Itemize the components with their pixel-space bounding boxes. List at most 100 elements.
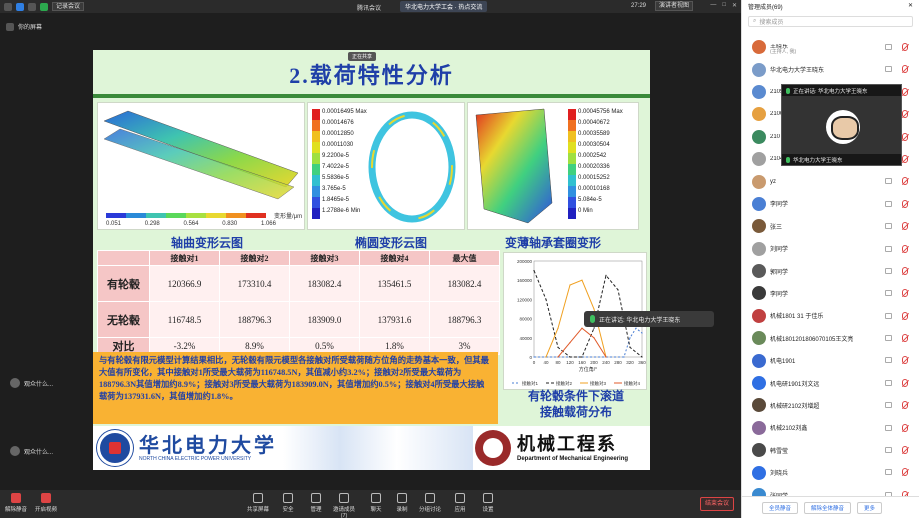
camera-off-icon[interactable]	[885, 223, 892, 230]
end-meeting-button[interactable]: 结束会议	[700, 497, 734, 511]
participant-item[interactable]: 韩雪莹	[742, 439, 919, 461]
panel-footer: 全员静音 解除全体静音 更多	[742, 496, 919, 518]
mic-muted-icon[interactable]	[902, 177, 908, 186]
panel-close-icon[interactable]: ✕	[908, 2, 913, 11]
mic-muted-icon[interactable]	[902, 334, 908, 343]
share-screen-icon	[253, 493, 263, 503]
mic-muted-icon[interactable]	[902, 289, 908, 298]
mute-all-button[interactable]: 全员静音	[762, 501, 799, 514]
record-icon[interactable]	[40, 2, 48, 11]
chart-caption-line: 接触载荷分布	[539, 405, 612, 419]
close-button[interactable]: ✕	[732, 2, 737, 9]
record-button[interactable]: 录制	[388, 493, 416, 513]
participant-item[interactable]: 机电研1901刘文远	[742, 372, 919, 394]
scale-tick: 0.298	[144, 221, 160, 227]
mic-muted-icon[interactable]	[902, 154, 908, 163]
apps-button[interactable]: 应用	[446, 493, 474, 513]
toolbar-label: 邀请成员(7)	[332, 507, 355, 518]
mic-muted-icon[interactable]	[902, 401, 908, 410]
camera-off-icon[interactable]	[885, 379, 892, 386]
participant-item[interactable]: 机械1801 31 于佳乐	[742, 305, 919, 327]
signal-icon[interactable]	[28, 2, 36, 11]
maximize-button[interactable]: □	[722, 2, 726, 9]
info-icon[interactable]	[4, 2, 12, 11]
chat-button[interactable]: 聊天	[362, 493, 390, 513]
participant-item[interactable]: 李同学	[742, 282, 919, 304]
x-axis-label: 方位角/°	[579, 366, 597, 373]
view-switch-button[interactable]: 演讲者视图	[655, 1, 694, 11]
camera-off-icon[interactable]	[885, 469, 892, 476]
chat-bubble[interactable]: 观众什么...	[10, 446, 53, 456]
camera-off-icon[interactable]	[885, 335, 892, 342]
camera-off-icon[interactable]	[885, 44, 892, 50]
mic-muted-icon[interactable]	[902, 244, 908, 253]
chat-bubble[interactable]: 观众什么...	[10, 378, 53, 388]
camera-off-icon[interactable]	[885, 357, 892, 364]
speaking-indicator: 正在讲话: 华北电力大学王晓东	[584, 311, 714, 327]
speaker-video-tile[interactable]: 正在讲话: 华北电力大学王晓东 华北电力大学王晓东	[781, 84, 902, 166]
search-input[interactable]: ⌕ 搜索成员	[748, 16, 913, 27]
mic-muted-icon[interactable]	[902, 378, 908, 387]
unmute-all-button[interactable]: 解除全体静音	[804, 501, 852, 514]
participant-item[interactable]: 刘晓兵	[742, 461, 919, 483]
participant-item[interactable]: 王晓东 (主持人, 我)	[742, 36, 919, 58]
participant-item[interactable]: 郭同学	[742, 260, 919, 282]
mic-muted-icon[interactable]	[902, 446, 908, 455]
participant-item[interactable]: 机械1801201806070105王文亮	[742, 327, 919, 349]
camera-off-icon[interactable]	[885, 178, 892, 185]
mic-muted-icon[interactable]	[902, 199, 908, 208]
mic-muted-icon[interactable]	[902, 311, 908, 320]
data-point	[629, 337, 631, 339]
mic-muted-icon[interactable]	[902, 266, 908, 275]
participant-item[interactable]: 刘同学	[742, 238, 919, 260]
data-point	[623, 356, 625, 358]
mic-muted-icon[interactable]	[902, 43, 908, 51]
manage-button[interactable]: 管理	[302, 493, 330, 513]
participant-item[interactable]: 张三	[742, 215, 919, 237]
record-label[interactable]: 记录会议	[52, 2, 85, 11]
camera-off-icon[interactable]	[885, 200, 892, 207]
participant-item[interactable]: 李同学	[742, 193, 919, 215]
people-icon	[311, 493, 321, 503]
grid-icon	[425, 493, 435, 503]
video-speaking-tip: 正在讲话: 华北电力大学王晓东	[782, 85, 901, 96]
camera-off-icon[interactable]	[885, 267, 892, 274]
settings-button[interactable]: 设置	[474, 493, 502, 513]
participant-item[interactable]: 机电1901	[742, 349, 919, 371]
shield-icon[interactable]	[16, 2, 24, 11]
camera-off-icon[interactable]	[885, 66, 892, 73]
unmute-button[interactable]: 解除静音	[2, 493, 30, 513]
search-icon: ⌕	[753, 18, 757, 24]
caption-ellipse: 椭圆变形云图	[355, 236, 428, 250]
meeting-title[interactable]: 华北电力大学工会 · 热点交流	[400, 1, 488, 12]
participant-item[interactable]: 华北电力大学王晓东	[742, 58, 919, 80]
more-button[interactable]: 更多	[857, 501, 883, 514]
meeting-app: 记录会议 腾讯会议 华北电力大学工会 · 热点交流 27:29 演讲者视图 — …	[0, 0, 919, 518]
camera-off-icon[interactable]	[885, 290, 892, 297]
mic-muted-icon[interactable]	[902, 423, 908, 432]
participant-item[interactable]: 机械2102刘鑫	[742, 417, 919, 439]
participant-item[interactable]: 机械研2102刘增超	[742, 394, 919, 416]
y-tick-label: 200000	[517, 259, 533, 264]
video-button[interactable]: 开启视频	[32, 493, 60, 513]
top-bar-left: 记录会议	[4, 2, 85, 11]
breakout-button[interactable]: 分组讨论	[416, 493, 444, 513]
invite-button[interactable]: 邀请成员(7)	[330, 493, 358, 518]
mic-muted-icon[interactable]	[902, 110, 908, 119]
minimize-button[interactable]: —	[710, 2, 716, 9]
camera-off-icon[interactable]	[885, 402, 892, 409]
toolbar-label: 分组讨论	[418, 507, 441, 513]
data-point	[557, 327, 559, 329]
security-button[interactable]: 安全	[274, 493, 302, 513]
mic-muted-icon[interactable]	[902, 222, 908, 231]
camera-off-icon[interactable]	[885, 245, 892, 252]
camera-off-icon[interactable]	[885, 447, 892, 454]
share-screen-button[interactable]: 共享屏幕	[244, 493, 272, 513]
mic-muted-icon[interactable]	[902, 132, 908, 141]
participant-item[interactable]: yz	[742, 170, 919, 192]
camera-off-icon[interactable]	[885, 424, 892, 431]
data-point	[593, 308, 595, 310]
mic-muted-icon[interactable]	[902, 87, 908, 96]
camera-off-icon[interactable]	[885, 312, 892, 319]
avatar	[752, 219, 766, 234]
